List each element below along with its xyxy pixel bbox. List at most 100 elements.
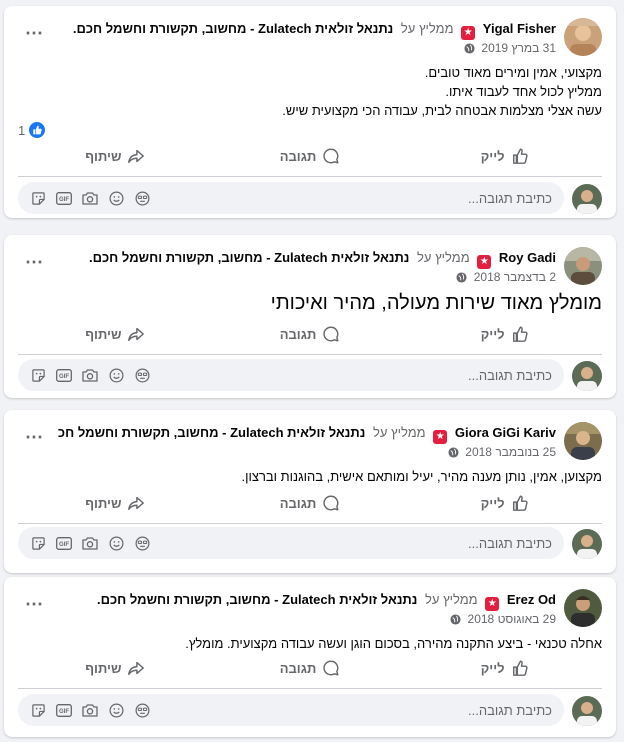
- divider: [18, 688, 602, 689]
- recommend-icon: ★: [485, 597, 500, 611]
- thumbs-up-icon: [511, 494, 529, 512]
- post-date[interactable]: 29 באוגוסט 2018: [468, 612, 556, 626]
- comment-placeholder: כתיבת תגובה...: [468, 535, 552, 551]
- comment-button[interactable]: תגובה: [213, 488, 408, 518]
- gif-icon[interactable]: GIF: [56, 702, 72, 718]
- comment-input[interactable]: כתיבת תגובה... GIF: [18, 182, 564, 214]
- emoji-icon[interactable]: [108, 535, 124, 551]
- comment-tools: GIF: [30, 535, 150, 551]
- gif-icon[interactable]: GIF: [56, 367, 72, 383]
- review-card: Erez Od ★ ממליץ על נתנאל זולאית Zulatech…: [4, 577, 616, 737]
- emoji-icon[interactable]: [108, 190, 124, 206]
- body-line: ממליץ לכול אחד לעבוד איתו.: [445, 84, 602, 99]
- emoji-icon[interactable]: [108, 702, 124, 718]
- share-button[interactable]: שיתוף: [18, 488, 213, 518]
- post-meta: Erez Od ★ ממליץ על נתנאל זולאית Zulatech…: [58, 591, 556, 630]
- comment-button[interactable]: תגובה: [213, 141, 408, 171]
- comment-tools: GIF: [30, 367, 150, 383]
- author-name[interactable]: Roy Gadi: [499, 250, 556, 265]
- sticker-icon[interactable]: [30, 702, 46, 718]
- gif-icon[interactable]: GIF: [56, 535, 72, 551]
- post-date[interactable]: 2 בדצמבר 2018: [474, 270, 556, 284]
- post-actions: לייק תגובה שיתוף: [18, 488, 602, 518]
- comment-bubble-icon: [322, 659, 340, 677]
- sticker-icon[interactable]: [30, 367, 46, 383]
- post-header: Yigal Fisher ★ ממליץ על נתנאל זולאית Zul…: [18, 18, 602, 60]
- camera-icon[interactable]: [82, 190, 98, 206]
- post-body: אחלה טכנאי - ביצע התקנה מהירה, בסכום הוג…: [18, 634, 602, 653]
- comment-input[interactable]: כתיבת תגובה... GIF: [18, 359, 564, 391]
- page-name-link[interactable]: נתנאל זולאית Zulatech - מחשוב, תקשורת וח…: [97, 592, 417, 607]
- like-button[interactable]: לייק: [407, 319, 602, 349]
- share-button[interactable]: שיתוף: [18, 141, 213, 171]
- body-line: מקצוען, אמין, נותן מענה מהיר, יעיל ומותא…: [241, 469, 602, 484]
- share-label: שיתוף: [85, 148, 122, 164]
- body-line: מומלץ מאוד שירות מעולה, מהיר ואיכותי: [270, 292, 602, 314]
- post-body: מומלץ מאוד שירות מעולה, מהיר ואיכותי: [18, 290, 602, 316]
- like-button[interactable]: לייק: [407, 653, 602, 683]
- page-name-link[interactable]: נתנאל זולאית Zulatech - מחשוב, תקשורת וח…: [89, 250, 409, 265]
- author-name[interactable]: Erez Od: [507, 592, 556, 607]
- comment-input[interactable]: כתיבת תגובה... GIF: [18, 527, 564, 559]
- avatar-sticker-icon[interactable]: [134, 190, 150, 206]
- avatar-sticker-icon[interactable]: [134, 702, 150, 718]
- sticker-icon[interactable]: [30, 190, 46, 206]
- more-options-icon[interactable]: ⋯: [20, 595, 48, 617]
- comment-button[interactable]: תגובה: [213, 319, 408, 349]
- more-options-icon[interactable]: ⋯: [20, 24, 48, 46]
- comment-button[interactable]: תגובה: [213, 653, 408, 683]
- post-header: Giora GiGi Kariv ★ ממליץ על נתנאל זולאית…: [18, 422, 602, 464]
- comment-bubble-icon: [322, 325, 340, 343]
- reaction-summary[interactable]: 1: [18, 122, 46, 138]
- emoji-icon[interactable]: [108, 367, 124, 383]
- like-button[interactable]: לייק: [407, 141, 602, 171]
- share-label: שיתוף: [85, 495, 122, 511]
- author-name[interactable]: Giora GiGi Kariv: [455, 425, 556, 440]
- post-header: Erez Od ★ ממליץ על נתנאל זולאית Zulatech…: [18, 589, 602, 631]
- like-label: לייק: [480, 495, 505, 511]
- camera-icon[interactable]: [82, 367, 98, 383]
- comment-label: תגובה: [279, 495, 317, 511]
- avatar-sticker-icon[interactable]: [134, 367, 150, 383]
- comment-input[interactable]: כתיבת תגובה... GIF: [18, 694, 564, 726]
- post-date[interactable]: 25 בנובמבר 2018: [465, 445, 556, 459]
- post-meta: Roy Gadi ★ ממליץ על נתנאל זולאית Zulatec…: [58, 249, 556, 288]
- globe-icon: [464, 42, 475, 59]
- avatar[interactable]: [564, 18, 602, 56]
- avatar[interactable]: [564, 247, 602, 285]
- comment-placeholder: כתיבת תגובה...: [468, 190, 552, 206]
- current-user-avatar: [572, 361, 602, 391]
- camera-icon[interactable]: [82, 535, 98, 551]
- body-line: מקצועי, אמין ומירים מאוד טובים.: [424, 65, 602, 80]
- comment-composer: כתיבת תגובה... GIF: [18, 694, 602, 728]
- page-name-link[interactable]: נתנאל זולאית Zulatech - מחשוב, תקשורת וח…: [58, 425, 365, 440]
- camera-icon[interactable]: [82, 702, 98, 718]
- share-arrow-icon: [127, 659, 145, 677]
- avatar-sticker-icon[interactable]: [134, 535, 150, 551]
- more-options-icon[interactable]: ⋯: [20, 253, 48, 275]
- comment-placeholder: כתיבת תגובה...: [468, 702, 552, 718]
- like-label: לייק: [480, 660, 505, 676]
- avatar[interactable]: [564, 422, 602, 460]
- like-button[interactable]: לייק: [407, 488, 602, 518]
- divider: [18, 176, 602, 177]
- thumbs-up-icon: [511, 325, 529, 343]
- share-button[interactable]: שיתוף: [18, 653, 213, 683]
- like-count: 1: [18, 122, 26, 138]
- post-date[interactable]: 31 במרץ 2019: [481, 41, 556, 55]
- gif-icon[interactable]: GIF: [56, 190, 72, 206]
- post-header: Roy Gadi ★ ממליץ על נתנאל זולאית Zulatec…: [18, 247, 602, 289]
- post-meta: Yigal Fisher ★ ממליץ על נתנאל זולאית Zul…: [58, 20, 556, 59]
- sticker-icon[interactable]: [30, 535, 46, 551]
- globe-icon: [448, 446, 459, 463]
- globe-icon: [456, 271, 467, 288]
- recommend-icon: ★: [461, 26, 476, 40]
- comment-label: תגובה: [279, 148, 317, 164]
- post-body: מקצועי, אמין ומירים מאוד טובים. ממליץ לכ…: [18, 63, 602, 120]
- page-name-link[interactable]: נתנאל זולאית Zulatech - מחשוב, תקשורת וח…: [73, 21, 393, 36]
- avatar[interactable]: [564, 589, 602, 627]
- divider: [18, 354, 602, 355]
- author-name[interactable]: Yigal Fisher: [483, 21, 556, 36]
- share-button[interactable]: שיתוף: [18, 319, 213, 349]
- more-options-icon[interactable]: ⋯: [20, 428, 48, 450]
